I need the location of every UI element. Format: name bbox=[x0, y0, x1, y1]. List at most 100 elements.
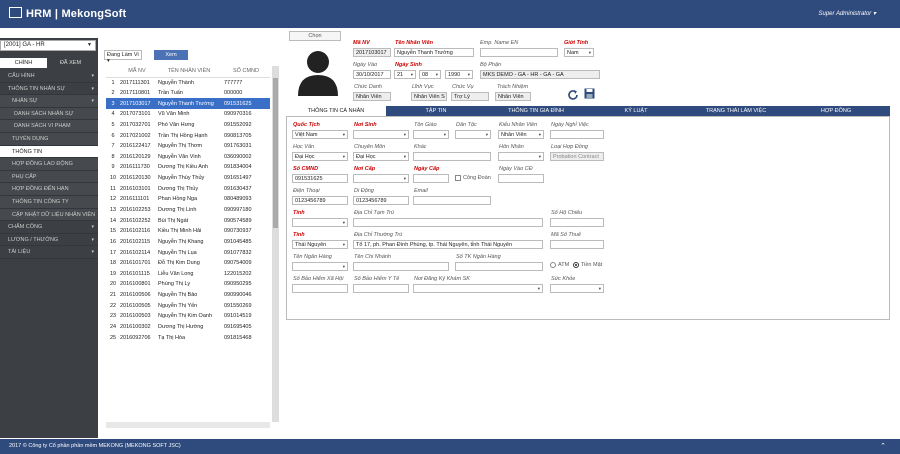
table-row[interactable]: 3 2017103017 Nguyễn Thanh Trường 091531625 bbox=[106, 98, 270, 109]
khac-field[interactable] bbox=[413, 152, 491, 161]
dien-thoai-field[interactable]: 0123456789 bbox=[292, 196, 348, 205]
dc-tam-tru-field[interactable] bbox=[353, 218, 543, 227]
tab-item[interactable]: TRẠNG THÁI LÀM VIỆC bbox=[686, 106, 786, 116]
table-row[interactable]: 19 2016101115 Liễu Văn Long 122015202 bbox=[106, 269, 270, 280]
ngay-sinh-year[interactable]: 1990 ▾ bbox=[445, 70, 473, 79]
tab-item[interactable]: THÔNG TIN GIA ĐÌNH bbox=[486, 106, 586, 116]
table-row[interactable]: 7 2016122417 Nguyễn Thị Thơm 091763031 bbox=[106, 141, 270, 152]
sidebar-item[interactable]: THÔNG TIN NHÂN SỰ ▾ bbox=[0, 83, 98, 96]
tab-item[interactable]: KỶ LUẬT bbox=[586, 106, 686, 116]
table-row[interactable]: 16 2016102115 Nguyễn Thị Khang 091045485 bbox=[106, 237, 270, 248]
ngay-vao-field[interactable]: 30/10/2017 bbox=[353, 70, 391, 79]
table-row[interactable]: 10 2016120130 Nguyễn Thùy Thủy 091651497 bbox=[106, 173, 270, 184]
quoc-tich-select[interactable]: Việt Nam ▾ bbox=[292, 130, 348, 139]
table-row[interactable]: 6 2017021002 Trần Thị Hồng Hạnh 090813705 bbox=[106, 130, 270, 141]
table-row[interactable]: 8 2016120129 Nguyễn Văn Vinh 036090002 bbox=[106, 151, 270, 162]
scroll-thumb[interactable] bbox=[273, 78, 278, 228]
so-cmnd-field[interactable]: 091531625 bbox=[292, 174, 348, 183]
table-row[interactable]: 12 2016111101 Phan Hồng Nga 080489093 bbox=[106, 194, 270, 205]
sidebar-item[interactable]: THÔNG TIN bbox=[0, 145, 98, 159]
cong-doan-checkbox[interactable] bbox=[455, 175, 461, 181]
hon-nhan-select[interactable]: ▾ bbox=[498, 152, 544, 161]
sidebar-item[interactable]: CHẤM CÔNG ▾ bbox=[0, 221, 98, 234]
table-row[interactable]: 4 2017073101 Vũ Văn Minh 090970316 bbox=[106, 109, 270, 120]
hoc-van-select[interactable]: Đại Học ▾ bbox=[292, 152, 348, 161]
table-row[interactable]: 18 2016101701 Đỗ Thị Kim Dung 090754009 bbox=[106, 258, 270, 269]
loai-hd-field[interactable]: Probation Contract bbox=[550, 152, 604, 161]
table-row[interactable]: 2 2017110801 Trần Tuấn 000000 bbox=[106, 88, 270, 99]
sidebar-item[interactable]: TUYỂN DỤNG bbox=[0, 132, 98, 146]
column-header[interactable]: MÃ NV bbox=[118, 66, 156, 78]
app-logo[interactable]: HRM | MekongSoft bbox=[9, 7, 126, 20]
chuyen-mon-select[interactable]: Đại Học ▾ bbox=[353, 152, 409, 161]
ngay-sinh-month[interactable]: 08 ▾ bbox=[419, 70, 441, 79]
sidebar-item[interactable]: DANH SÁCH VI PHẠM bbox=[0, 120, 98, 133]
choose-photo-button[interactable]: Chọn bbox=[289, 31, 341, 41]
chuc-vu-field[interactable]: Trợ Lý bbox=[451, 92, 489, 101]
sidebar-item[interactable]: THÔNG TIN CÔNG TY bbox=[0, 195, 98, 209]
trach-nhiem-field[interactable]: Nhân Viên bbox=[495, 92, 531, 101]
ten-chi-nhanh-field[interactable] bbox=[353, 262, 449, 271]
sidebar-item[interactable]: NHÂN SỰ ▾ bbox=[0, 95, 98, 108]
table-row[interactable]: 23 2016100503 Nguyễn Thị Kim Oanh 091014519 bbox=[106, 311, 270, 322]
tab-item[interactable]: HỢP ĐỒNG bbox=[786, 106, 886, 116]
table-row[interactable]: 9 2016111730 Dương Thị Kiều Anh 091834004 bbox=[106, 162, 270, 173]
column-header[interactable]: SỐ CMND bbox=[222, 66, 270, 78]
table-row[interactable]: 1 2017111301 Nguyễn Thành 777777 bbox=[106, 77, 270, 88]
tien-mat-radio[interactable] bbox=[573, 262, 579, 268]
save-icon[interactable] bbox=[584, 88, 595, 99]
user-menu[interactable]: Super Administrator ▾ bbox=[819, 10, 877, 17]
table-row[interactable]: 22 2016100505 Nguyễn Thị Yến 091550269 bbox=[106, 300, 270, 311]
so-tk-field[interactable] bbox=[455, 262, 543, 271]
ma-nv-field[interactable]: 2017103017 bbox=[353, 48, 391, 57]
ngay-cap-field[interactable] bbox=[413, 174, 449, 183]
ma-so-thue-field[interactable] bbox=[550, 240, 604, 249]
ngay-vao-cd-field[interactable] bbox=[498, 174, 544, 183]
table-row[interactable]: 20 2016100801 Phùng Thị Ly 090950295 bbox=[106, 279, 270, 290]
ton-giao-select[interactable]: ▾ bbox=[413, 130, 449, 139]
dc-thuong-tru-field[interactable]: Tổ 17, ph. Phan Đình Phùng, tp. Thái Ngu… bbox=[353, 240, 543, 249]
table-row[interactable]: 21 2016100506 Nguyễn Thị Bảo 090990046 bbox=[106, 290, 270, 301]
tab-item[interactable]: THÔNG TIN CÁ NHÂN bbox=[286, 106, 386, 116]
status-filter-select[interactable]: Đang Làm Vi ▾ bbox=[104, 50, 142, 64]
email-field[interactable] bbox=[413, 196, 491, 205]
sidebar-item[interactable]: CẤU HÌNH ▾ bbox=[0, 70, 98, 83]
di-dong-field[interactable]: 0123456789 bbox=[353, 196, 409, 205]
dan-toc-select[interactable]: ▾ bbox=[455, 130, 491, 139]
bo-phan-field[interactable]: MKS DEMO - GA - HR - GA - GA bbox=[480, 70, 600, 79]
sidebar-item[interactable]: LƯƠNG / THƯỞNG ▾ bbox=[0, 234, 98, 247]
sidebar-item[interactable]: PHỤ CẤP bbox=[0, 170, 98, 184]
bhyt-field[interactable] bbox=[353, 284, 409, 293]
table-row[interactable]: 11 2016103101 Dương Thị Thủy 091630437 bbox=[106, 183, 270, 194]
table-row[interactable]: 24 2016100302 Dương Thị Hường 091695405 bbox=[106, 322, 270, 333]
chevron-up-icon[interactable]: ⌃ bbox=[880, 439, 886, 454]
kieu-nv-select[interactable]: Nhân Viên ▾ bbox=[498, 130, 544, 139]
sidebar-item[interactable]: DANH SÁCH NHÂN SỰ bbox=[0, 107, 98, 121]
table-row[interactable]: 5 2017032701 Phó Văn Hưng 091552092 bbox=[106, 120, 270, 131]
column-header[interactable] bbox=[106, 66, 118, 78]
tinh-tam-tru-select[interactable]: ▾ bbox=[292, 218, 348, 227]
tinh-thuong-tru-select[interactable]: Thái Nguyên ▾ bbox=[292, 240, 348, 249]
refresh-icon[interactable] bbox=[567, 89, 579, 101]
table-row[interactable]: 25 2016092706 Tạ Thị Hòa 091815468 bbox=[106, 332, 270, 343]
table-row[interactable]: 15 2016102116 Kiều Thị Minh Hải 090730937 bbox=[106, 226, 270, 237]
kham-sk-select[interactable]: ▾ bbox=[413, 284, 543, 293]
sidebar-item[interactable]: HỢP ĐỒNG LAO ĐỘNG bbox=[0, 158, 98, 171]
ten-nv-field[interactable]: Nguyễn Thanh Trường bbox=[394, 48, 474, 57]
tab-viewed[interactable]: ĐÃ XEM bbox=[47, 58, 94, 68]
table-row[interactable]: 17 2016102114 Nguyễn Thị Lụa 091077832 bbox=[106, 247, 270, 258]
sidebar-item[interactable]: CẬP NHẬT DỮ LIỆU NHÂN VIÊN bbox=[0, 208, 98, 222]
gioi-tinh-select[interactable]: Nam ▾ bbox=[564, 48, 594, 57]
horizontal-scrollbar[interactable] bbox=[106, 422, 270, 428]
sidebar-item[interactable]: HỢP ĐỒNG ĐẾN HẠN bbox=[0, 183, 98, 196]
suc-khoe-select[interactable]: ▾ bbox=[550, 284, 604, 293]
noi-sinh-select[interactable]: ▾ bbox=[353, 130, 409, 139]
atm-radio[interactable] bbox=[550, 262, 556, 268]
company-select[interactable]: [2001] GA - HR ▼ bbox=[0, 40, 96, 51]
emp-en-field[interactable] bbox=[480, 48, 558, 57]
ngay-nghi-field[interactable] bbox=[550, 130, 604, 139]
ten-ngan-hang-select[interactable]: ▾ bbox=[292, 262, 348, 271]
linh-vuc-field[interactable]: Nhân Viên S bbox=[411, 92, 447, 101]
tab-main[interactable]: CHÍNH bbox=[0, 58, 47, 68]
chuc-danh-field[interactable]: Nhân Viên bbox=[353, 92, 391, 101]
